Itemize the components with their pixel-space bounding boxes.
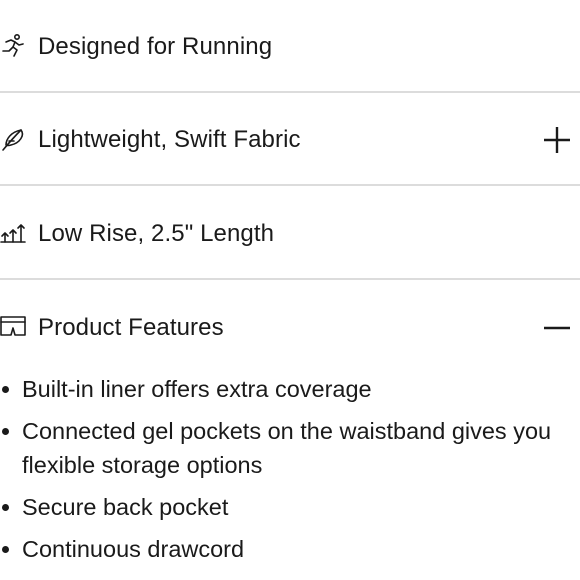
list-item: Connected gel pockets on the waistband g… <box>0 414 555 482</box>
feature-text: Continuous drawcord <box>22 536 245 562</box>
bullet <box>2 428 9 435</box>
accordion-label: Product Features <box>38 314 224 341</box>
list-item: Secure back pocket <box>0 490 555 524</box>
minus-icon[interactable] <box>544 315 570 341</box>
list-item: Continuous drawcord <box>0 532 555 566</box>
bullet <box>2 504 9 511</box>
feature-text: Connected gel pockets on the waistband g… <box>22 418 552 478</box>
runner-icon <box>2 33 24 57</box>
accordion-label: Designed for Running <box>38 33 273 60</box>
shorts-icon <box>0 316 26 336</box>
accordion-item-fabric[interactable]: Lightweight, Swift Fabric <box>0 93 580 186</box>
accordion-label: Lightweight, Swift Fabric <box>38 126 301 153</box>
bullet <box>2 386 9 393</box>
accordion-item-designed-for-running[interactable]: Designed for Running <box>0 0 580 93</box>
feature-text: Built-in liner offers extra coverage <box>22 376 372 402</box>
feather-icon <box>2 129 24 151</box>
feature-text: Secure back pocket <box>22 494 229 520</box>
bullet <box>2 546 9 553</box>
accordion-item-product-features[interactable]: Product Features <box>0 281 580 374</box>
accordion-label: Low Rise, 2.5" Length <box>38 220 275 247</box>
list-item: Built-in liner offers extra coverage <box>0 372 555 406</box>
plus-icon[interactable] <box>544 127 570 153</box>
length-arrows-icon <box>0 224 26 243</box>
product-features-list: Built-in liner offers extra coverage Con… <box>0 372 580 574</box>
accordion-item-length[interactable]: Low Rise, 2.5" Length <box>0 187 580 280</box>
